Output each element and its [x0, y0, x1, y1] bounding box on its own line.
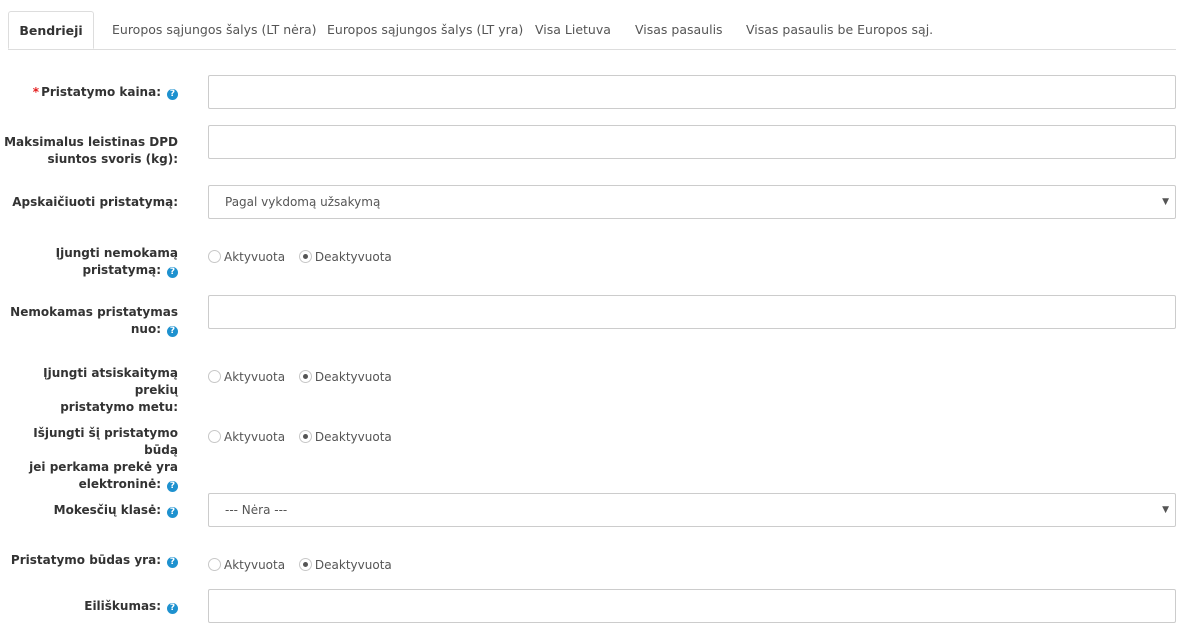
status-option-off[interactable]: Deaktyvuota [298, 556, 392, 574]
help-icon[interactable]: ? [167, 603, 178, 614]
free-from-label-line1: Nemokamas pristatymas [10, 305, 178, 319]
help-icon[interactable]: ? [167, 267, 178, 278]
option-off-label: Deaktyvuota [314, 557, 392, 572]
tax-class-label: Mokesčių klasė:? [54, 502, 178, 519]
disable-electronic-label-line2: jei perkama prekė yra [29, 460, 178, 474]
sort-order-label-text: Eiliškumas: [84, 599, 161, 613]
option-off-label: Deaktyvuota [314, 429, 392, 444]
calc-delivery-label-text: Apskaičiuoti pristatymą: [12, 195, 178, 209]
pay-on-delivery-label: Įjungti atsiskaitymą prekių pristatymo m… [0, 365, 178, 416]
tax-class-label-text: Mokesčių klasė: [53, 503, 161, 517]
help-icon[interactable]: ? [167, 326, 178, 337]
chevron-down-icon: ▼ [1162, 505, 1169, 515]
max-weight-label-line2: siuntos svoris (kg): [47, 152, 178, 166]
status-option-on[interactable]: Aktyvuota [208, 556, 285, 574]
help-icon[interactable]: ? [167, 557, 178, 568]
sort-order-label: Eiliškumas:? [84, 598, 178, 615]
free-delivery-option-off[interactable]: Deaktyvuota [298, 248, 392, 266]
tab-eu-with-lt[interactable]: Europos sąjungos šalys (LT yra) [327, 11, 523, 49]
tab-general[interactable]: Bendrieji [8, 11, 94, 49]
free-delivery-label-line2: pristatymą: [82, 263, 161, 277]
calc-delivery-select[interactable]: Pagal vykdomą užsakymą ▼ [208, 185, 1176, 219]
tab-all-lithuania[interactable]: Visa Lietuva [535, 11, 611, 49]
radio-checked[interactable] [298, 429, 312, 443]
status-label-text: Pristatymo būdas yra: [10, 553, 161, 567]
sort-order-input[interactable] [208, 589, 1176, 623]
option-on-label: Aktyvuota [224, 429, 286, 444]
option-on-label: Aktyvuota [224, 249, 286, 264]
disable-electronic-label: Išjungti šį pristatymo būdą jei perkama … [0, 425, 178, 493]
disable-electronic-option-on[interactable]: Aktyvuota [208, 428, 285, 446]
free-from-label: Nemokamas pristatymas nuo:? [10, 304, 178, 338]
tab-whole-world[interactable]: Visas pasaulis [635, 11, 723, 49]
free-from-input[interactable] [208, 295, 1176, 329]
free-delivery-label: Įjungti nemokamą pristatymą:? [56, 245, 178, 279]
radio-checked[interactable] [298, 249, 312, 263]
pay-on-delivery-option-on[interactable]: Aktyvuota [208, 368, 285, 386]
status-radio-group: Aktyvuota Deaktyvuota [208, 555, 402, 573]
free-delivery-label-line1: Įjungti nemokamą [55, 246, 178, 260]
help-icon[interactable]: ? [167, 481, 178, 492]
option-off-label: Deaktyvuota [314, 369, 392, 384]
disable-electronic-label-line3: elektroninė: [78, 477, 161, 491]
free-from-label-line2: nuo: [130, 322, 161, 336]
tab-world-without-eu[interactable]: Visas pasaulis be Europos sąj. [746, 11, 933, 49]
pay-on-delivery-radio-group: Aktyvuota Deaktyvuota [208, 367, 402, 385]
help-icon[interactable]: ? [167, 89, 178, 100]
calc-delivery-selected-value: Pagal vykdomą užsakymą [225, 195, 381, 209]
max-weight-label: Maksimalus leistinas DPD siuntos svoris … [4, 134, 178, 168]
pay-on-delivery-label-line1: Įjungti atsiskaitymą prekių [43, 366, 178, 397]
radio-unchecked[interactable] [208, 369, 221, 383]
delivery-price-label: * Pristatymo kaina:? [33, 84, 178, 101]
pay-on-delivery-option-off[interactable]: Deaktyvuota [298, 368, 392, 386]
disable-electronic-label-line1: Išjungti šį pristatymo būdą [33, 426, 178, 457]
option-on-label: Aktyvuota [224, 557, 286, 572]
option-off-label: Deaktyvuota [314, 249, 392, 264]
tab-eu-without-lt[interactable]: Europos sąjungos šalys (LT nėra) [112, 11, 317, 49]
status-label: Pristatymo būdas yra:? [11, 552, 178, 569]
required-mark: * [32, 85, 40, 99]
radio-checked[interactable] [298, 369, 312, 383]
disable-electronic-radio-group: Aktyvuota Deaktyvuota [208, 427, 402, 445]
pay-on-delivery-label-line2: pristatymo metu: [60, 400, 178, 414]
free-delivery-radio-group: Aktyvuota Deaktyvuota [208, 247, 402, 265]
radio-unchecked[interactable] [208, 557, 221, 571]
chevron-down-icon: ▼ [1162, 197, 1169, 207]
delivery-price-input[interactable] [208, 75, 1176, 109]
disable-electronic-option-off[interactable]: Deaktyvuota [298, 428, 392, 446]
tax-class-select[interactable]: --- Nėra --- ▼ [208, 493, 1176, 527]
calc-delivery-label: Apskaičiuoti pristatymą: [12, 194, 178, 211]
option-on-label: Aktyvuota [224, 369, 286, 384]
max-weight-input[interactable] [208, 125, 1176, 159]
help-icon[interactable]: ? [167, 507, 178, 518]
delivery-price-label-text: Pristatymo kaina: [41, 85, 161, 99]
tab-bar: Bendrieji Europos sąjungos šalys (LT nėr… [8, 11, 1176, 50]
tax-class-selected-value: --- Nėra --- [225, 503, 288, 517]
radio-unchecked[interactable] [208, 249, 221, 263]
radio-checked[interactable] [298, 557, 312, 571]
free-delivery-option-on[interactable]: Aktyvuota [208, 248, 285, 266]
max-weight-label-line1: Maksimalus leistinas DPD [4, 135, 178, 149]
radio-unchecked[interactable] [208, 429, 221, 443]
